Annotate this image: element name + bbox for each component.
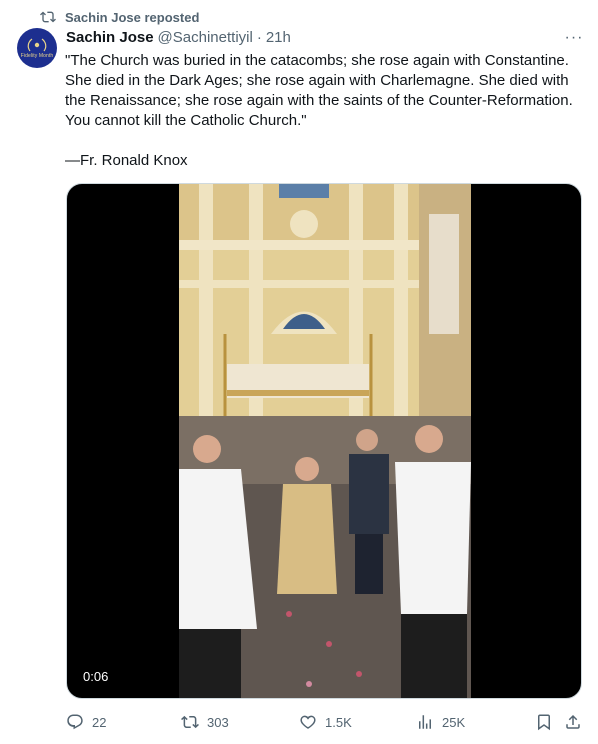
repost-icon	[40, 11, 56, 23]
video-duration: 0:06	[77, 667, 115, 686]
analytics-icon	[419, 715, 431, 729]
repost-count: 303	[207, 714, 229, 730]
reply-button[interactable]: 22	[66, 710, 106, 734]
tweet-attribution: —Fr. Ronald Knox	[65, 152, 188, 169]
more-icon: ···	[564, 29, 584, 46]
reply-count: 22	[92, 714, 107, 730]
tweet-text: "The Church was buried in the catacombs;…	[65, 51, 585, 171]
reply-icon	[67, 714, 83, 730]
share-button[interactable]	[564, 710, 582, 734]
procession-scene-image	[179, 184, 471, 698]
repost-icon	[181, 715, 199, 729]
view-count: 25K	[442, 714, 466, 730]
action-bar: 22 303 1.5K 25K	[66, 710, 586, 734]
like-button[interactable]: 1.5K	[299, 710, 352, 734]
laurel-logo-icon	[27, 38, 47, 51]
separator-dot: ·	[256, 28, 262, 46]
more-options-button[interactable]: ···	[564, 28, 584, 48]
avatar[interactable]: Fidelity Month	[17, 28, 57, 68]
author-name[interactable]: Sachin Jose	[66, 29, 154, 46]
like-count: 1.5K	[325, 714, 352, 730]
heart-icon	[300, 715, 316, 729]
repost-indicator[interactable]: Sachin Jose reposted	[40, 8, 199, 26]
video-player[interactable]: 0:06	[66, 183, 582, 699]
bookmark-icon	[538, 714, 550, 731]
bookmark-button[interactable]	[535, 710, 553, 734]
avatar-text: Fidelity Month	[20, 52, 54, 59]
author-handle[interactable]: @Sachinettiyil	[158, 29, 253, 46]
share-icon	[566, 714, 580, 729]
video-frame[interactable]	[179, 184, 471, 698]
tweet-header: Sachin Jose @Sachinettiyil · 21h	[66, 27, 291, 47]
tweet-quote: "The Church was buried in the catacombs;…	[65, 52, 573, 129]
repost-text: Sachin Jose reposted	[65, 9, 200, 25]
repost-button[interactable]: 303	[181, 710, 229, 734]
views-button[interactable]: 25K	[416, 710, 465, 734]
tweet-time[interactable]: 21h	[266, 29, 291, 46]
